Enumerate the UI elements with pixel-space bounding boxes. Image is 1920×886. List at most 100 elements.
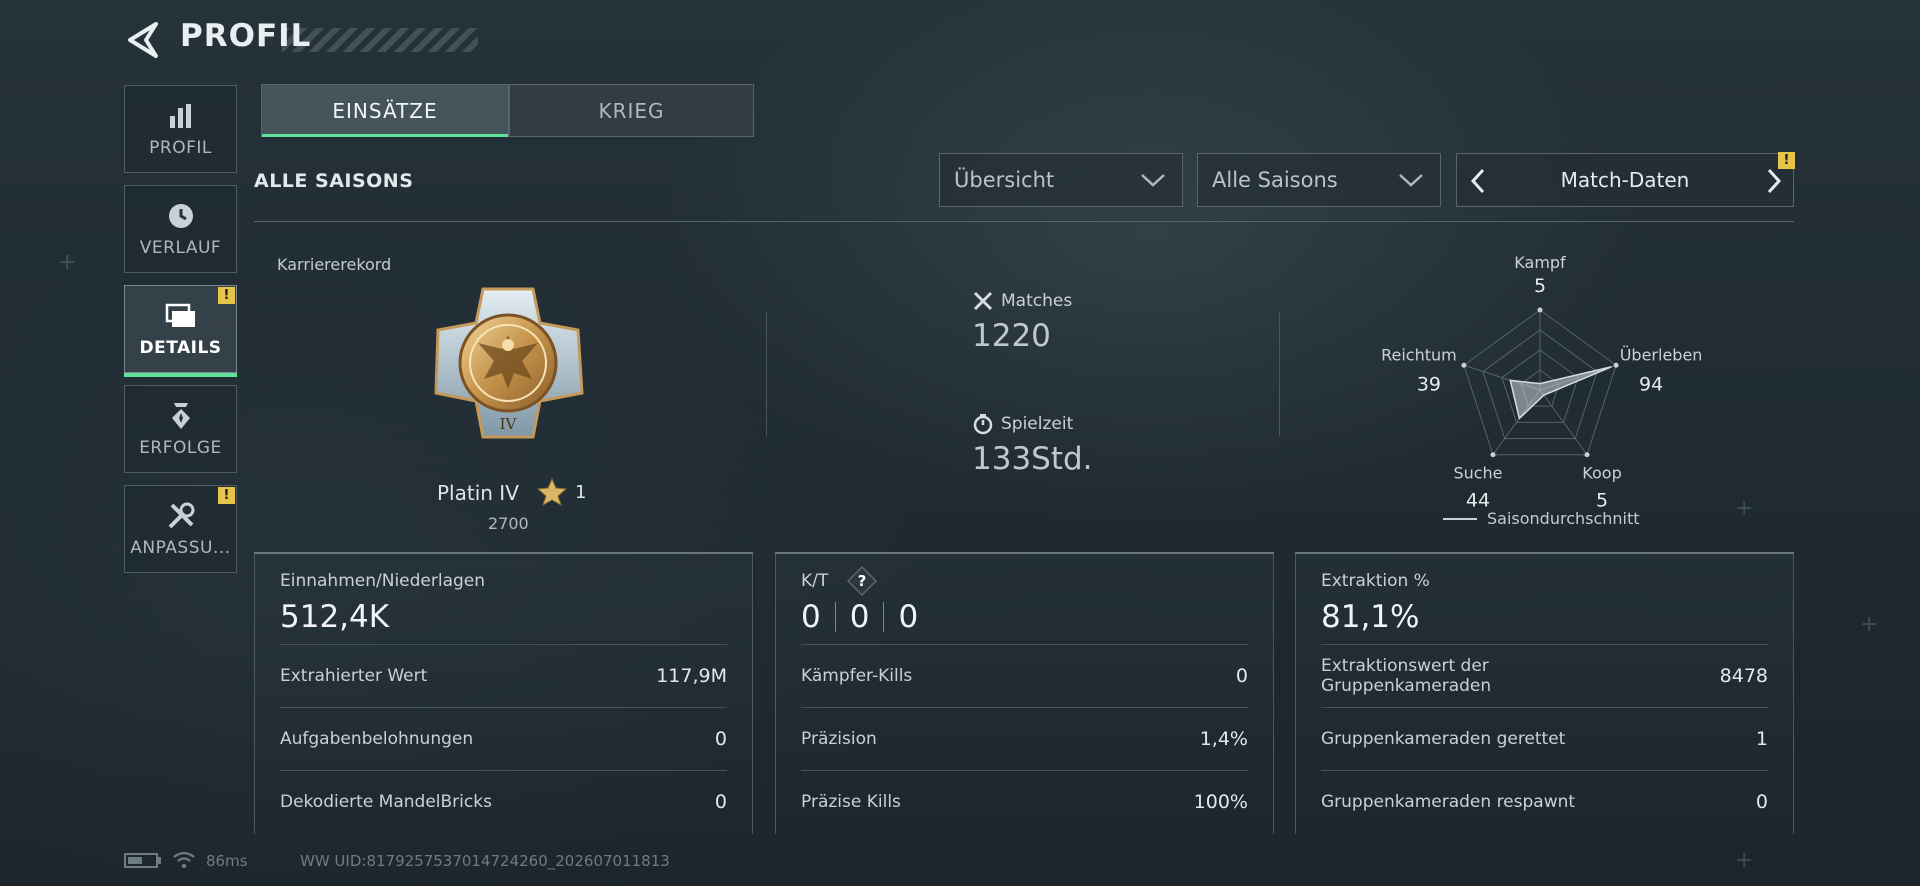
kd-value: 0 bbox=[801, 599, 821, 635]
stat-row: Extraktionswert der Gruppenkameraden 847… bbox=[1321, 644, 1768, 707]
radar-axis-value: 5 bbox=[1534, 275, 1546, 297]
career-label: Karriererekord bbox=[277, 255, 392, 274]
card-title: Extraktion % bbox=[1321, 571, 1430, 591]
notification-badge: ! bbox=[1778, 152, 1795, 169]
stat-label: Extrahierter Wert bbox=[280, 666, 428, 686]
battery-level bbox=[128, 857, 142, 864]
sidebar-item-profil[interactable]: PROFIL bbox=[124, 85, 237, 173]
radar-axis-dot bbox=[1537, 307, 1543, 313]
notification-badge: ! bbox=[218, 287, 235, 304]
stat-value: 1 bbox=[1755, 728, 1768, 750]
sidebar-item-label: PROFIL bbox=[149, 138, 212, 158]
sidebar-item-verlauf[interactable]: VERLAUF bbox=[124, 185, 237, 273]
tab-einsaetze[interactable]: EINSÄTZE bbox=[261, 84, 509, 137]
achievement-icon bbox=[165, 400, 197, 432]
stat-label: Aufgabenbelohnungen bbox=[280, 729, 474, 749]
stat-row: Kämpfer-Kills 0 bbox=[801, 644, 1248, 707]
rank-name: Platin IV bbox=[437, 481, 519, 505]
stat-label: Präzision bbox=[801, 729, 877, 749]
page-title: PROFIL bbox=[180, 18, 312, 54]
card-value: 81,1% bbox=[1321, 599, 1420, 635]
kd-value: 0 bbox=[849, 599, 870, 635]
chevron-down-icon bbox=[1399, 174, 1423, 187]
stat-label: Dekodierte MandelBricks bbox=[280, 792, 492, 812]
radar-axis-value: 94 bbox=[1639, 373, 1663, 395]
stat-label: Kämpfer-Kills bbox=[801, 666, 913, 686]
sidebar-item-details[interactable]: DETAILS ! bbox=[124, 285, 237, 377]
rank-points: 2700 bbox=[488, 514, 529, 533]
chevron-left-icon[interactable] bbox=[1469, 168, 1487, 194]
sidebar-item-label: VERLAUF bbox=[139, 238, 222, 258]
card-title: Einnahmen/Niederlagen bbox=[280, 571, 486, 591]
matches-value: 1220 bbox=[972, 318, 1051, 354]
svg-text:IV: IV bbox=[500, 415, 518, 433]
stat-row: Präzise Kills 100% bbox=[801, 770, 1248, 833]
divider bbox=[1279, 312, 1280, 436]
back-arrow-icon bbox=[128, 22, 158, 58]
radar-grid bbox=[1461, 307, 1619, 458]
stat-label: Extraktionswert der Gruppenkameraden bbox=[1321, 656, 1492, 696]
kd-card: K/T ? 0 0 0 Kämpfer-Kills 0 Präzision 1,… bbox=[775, 552, 1274, 834]
radar-axis-dot bbox=[1461, 362, 1467, 368]
decor-cross: + bbox=[58, 250, 77, 275]
radar-axis-label: Kampf bbox=[1514, 253, 1566, 272]
decor-cross: + bbox=[1735, 848, 1754, 873]
notification-badge: ! bbox=[218, 487, 235, 504]
extraction-card: Extraktion % 81,1% Extraktionswert der G… bbox=[1295, 552, 1794, 834]
stat-value: 0 bbox=[714, 791, 727, 813]
stat-row: Gruppenkameraden respawnt 0 bbox=[1321, 770, 1768, 833]
legend-label: Saisondurchschnitt bbox=[1487, 509, 1640, 528]
stat-value: 8478 bbox=[1719, 665, 1768, 687]
rank-star-count: 1 bbox=[575, 482, 587, 503]
dropdown-value: Alle Saisons bbox=[1212, 168, 1338, 192]
radar-axis-dot bbox=[1613, 362, 1619, 368]
dropdown-value: Übersicht bbox=[954, 168, 1055, 192]
chevron-down-icon bbox=[1141, 174, 1165, 187]
radar-axis-dot bbox=[1490, 452, 1496, 458]
stat-row: Präzision 1,4% bbox=[801, 707, 1248, 770]
folders-icon bbox=[165, 300, 197, 332]
battery-tip bbox=[158, 857, 161, 864]
season-dropdown[interactable]: Alle Saisons bbox=[1197, 153, 1441, 207]
income-card: Einnahmen/Niederlagen 512,4K Extrahierte… bbox=[254, 552, 753, 834]
ping-value: 86ms bbox=[206, 852, 248, 870]
radar-axis-label: Suche bbox=[1453, 464, 1502, 483]
radar-axis-label: Überleben bbox=[1620, 345, 1703, 364]
stat-value: 100% bbox=[1193, 791, 1248, 813]
view-dropdown[interactable]: Übersicht bbox=[939, 153, 1183, 207]
sidebar-item-label: ANPASSU... bbox=[130, 538, 231, 558]
sidebar-item-label: ERFOLGE bbox=[139, 438, 222, 458]
kd-values: 0 0 0 bbox=[801, 599, 918, 635]
kd-value: 0 bbox=[898, 599, 919, 635]
section-title: ALLE SAISONS bbox=[254, 170, 414, 192]
radar-axis-dot bbox=[1584, 452, 1590, 458]
stat-value: 0 bbox=[1235, 665, 1248, 687]
stat-row: Aufgabenbelohnungen 0 bbox=[280, 707, 727, 770]
playtime-value: 133Std. bbox=[972, 441, 1093, 477]
divider bbox=[766, 312, 767, 436]
matches-label: Matches bbox=[1001, 291, 1073, 311]
sidebar-item-label: DETAILS bbox=[139, 338, 222, 358]
sidebar-item-erfolge[interactable]: ERFOLGE bbox=[124, 385, 237, 473]
divider bbox=[254, 221, 1794, 222]
match-data-selector: Match-Daten ! bbox=[1456, 152, 1795, 207]
chevron-right-icon[interactable] bbox=[1765, 168, 1783, 194]
user-uid: WW UID:8179257537014724260_202607011813 bbox=[300, 852, 670, 870]
tools-icon bbox=[165, 500, 197, 532]
stat-value: 0 bbox=[714, 728, 727, 750]
stat-row: Dekodierte MandelBricks 0 bbox=[280, 770, 727, 833]
back-button[interactable] bbox=[124, 20, 160, 60]
stopwatch-icon bbox=[973, 414, 993, 435]
help-icon[interactable]: ? bbox=[846, 565, 878, 597]
card-value: 512,4K bbox=[280, 599, 390, 635]
rank-medal-icon: IV bbox=[434, 287, 584, 439]
stat-row: Extrahierter Wert 117,9M bbox=[280, 644, 727, 707]
stat-row: Gruppenkameraden gerettet 1 bbox=[1321, 707, 1768, 770]
stat-value: 0 bbox=[1755, 791, 1768, 813]
star-icon bbox=[536, 477, 568, 507]
svg-text:?: ? bbox=[858, 572, 867, 590]
card-title: K/T bbox=[801, 571, 829, 591]
decor-cross: + bbox=[1735, 496, 1754, 521]
sidebar-item-anpassung[interactable]: ANPASSU... ! bbox=[124, 485, 237, 573]
tab-krieg[interactable]: KRIEG bbox=[509, 84, 754, 137]
